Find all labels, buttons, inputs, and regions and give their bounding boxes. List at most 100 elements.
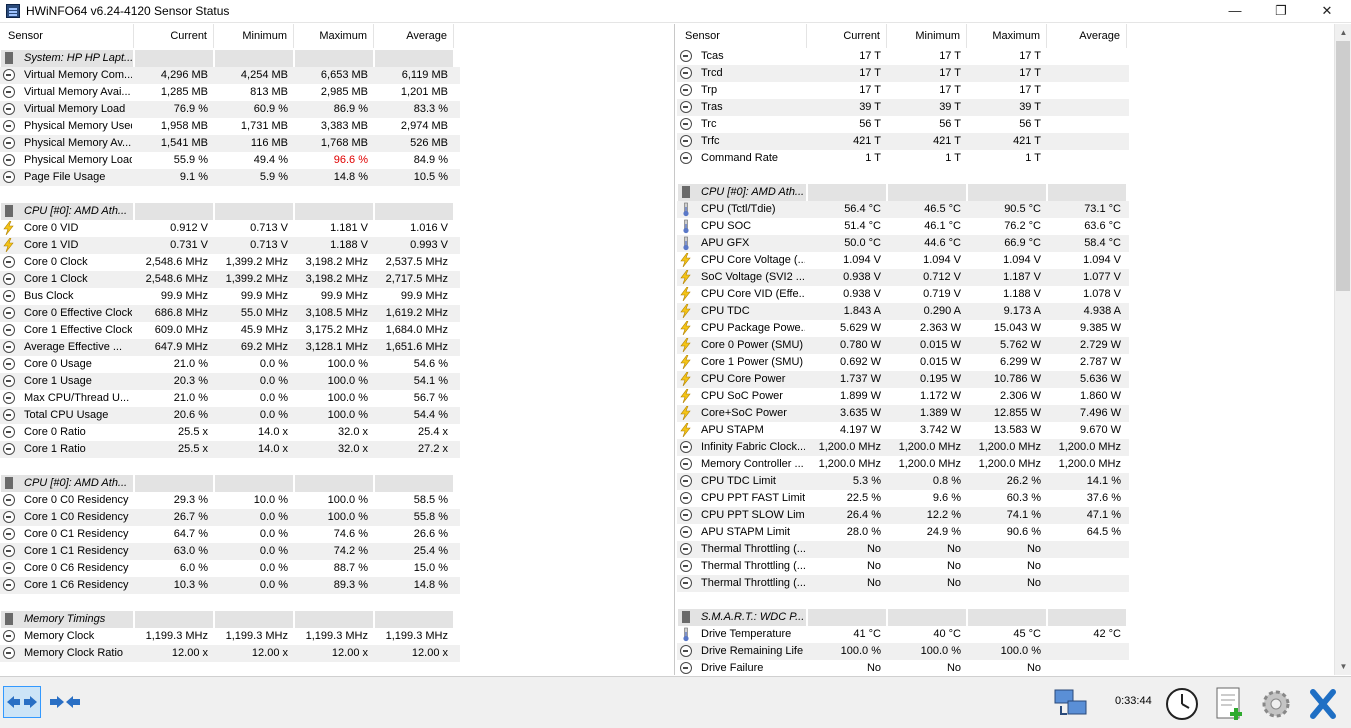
column-header-current[interactable]: Current (134, 24, 214, 48)
sensor-row[interactable]: Core 0 Ratio 25.5 x 14.0 x 32.0 x 25.4 x (0, 424, 460, 441)
sensor-row[interactable]: Core 1 C1 Residency 63.0 % 0.0 % 74.2 % 25.4… (0, 543, 460, 560)
sensor-row[interactable]: Drive Temperature 41 °C 40 °C 45 °C 42 °C (677, 626, 1129, 643)
sensor-row[interactable]: Core 1 Effective Clock 609.0 MHz 45.9 MHz 3… (0, 322, 460, 339)
sensor-row[interactable]: Core 1 Usage 20.3 % 0.0 % 100.0 % 54.1 % (0, 373, 460, 390)
sensor-row[interactable]: Virtual Memory Load 76.9 % 60.9 % 86.9 % 83.… (0, 101, 460, 118)
sensor-row[interactable]: Thermal Throttling (... No No No (677, 541, 1129, 558)
settings-button[interactable] (1254, 685, 1296, 721)
sensor-row[interactable]: Virtual Memory Com... 4,296 MB 4,254 MB 6,6… (0, 67, 460, 84)
sensor-row[interactable]: Core 0 C1 Residency 64.7 % 0.0 % 74.6 % 26.6… (0, 526, 460, 543)
sensor-row[interactable]: Physical Memory Av... 1,541 MB 116 MB 1,768… (0, 135, 460, 152)
sensor-row[interactable]: Memory Clock Ratio 12.00 x 12.00 x 12.00 x 1… (0, 645, 460, 662)
sensor-group-header[interactable]: Memory Timings (0, 611, 460, 628)
sensor-row[interactable]: Drive Remaining Life 100.0 % 100.0 % 100.0 … (677, 643, 1129, 660)
sensor-row[interactable]: Physical Memory Load 55.9 % 49.4 % 96.6 % 84… (0, 152, 460, 169)
sensor-row[interactable]: CPU TDC Limit 5.3 % 0.8 % 26.2 % 14.1 % (677, 473, 1129, 490)
sensor-row[interactable]: Core 1 Ratio 25.5 x 14.0 x 32.0 x 27.2 x (0, 441, 460, 458)
column-header-maximum[interactable]: Maximum (294, 24, 374, 48)
sensor-row[interactable]: Core 0 C0 Residency 29.3 % 10.0 % 100.0 % 58… (0, 492, 460, 509)
sensor-row[interactable]: Thermal Throttling (... No No No (677, 558, 1129, 575)
column-header-average[interactable]: Average (1047, 24, 1127, 48)
column-header-maximum[interactable]: Maximum (967, 24, 1047, 48)
sensor-group-header[interactable]: CPU [#0]: AMD Ath... (0, 475, 460, 492)
sensor-row[interactable]: CPU TDC 1.843 A 0.290 A 9.173 A 4.938 A (677, 303, 1129, 320)
scroll-up-arrow-icon[interactable]: ▲ (1335, 24, 1351, 41)
close-button[interactable]: ✕ (1304, 0, 1350, 22)
reset-clock-button[interactable] (1160, 685, 1202, 721)
sensor-group-header[interactable]: CPU [#0]: AMD Ath... (677, 184, 1129, 201)
column-header-sensor[interactable]: Sensor (677, 24, 807, 48)
sensor-row[interactable]: SoC Voltage (SVI2 ... 0.938 V 0.712 V 1.187… (677, 269, 1129, 286)
sensor-row[interactable]: Memory Controller ... 1,200.0 MHz 1,200.0 … (677, 456, 1129, 473)
column-header-minimum[interactable]: Minimum (214, 24, 294, 48)
minimum-value: 0.0 % (259, 375, 288, 387)
log-report-button[interactable] (1207, 685, 1249, 721)
column-header-minimum[interactable]: Minimum (887, 24, 967, 48)
sensor-row[interactable]: APU STAPM Limit 28.0 % 24.9 % 90.6 % 64.5 % (677, 524, 1129, 541)
scrollbar-thumb[interactable] (1336, 41, 1350, 291)
sensor-row[interactable]: Average Effective ... 647.9 MHz 69.2 MHz 3,… (0, 339, 460, 356)
collapse-layout-button[interactable] (46, 686, 84, 718)
average-value: 9.670 W (1080, 424, 1121, 436)
sensor-row[interactable]: Core 0 Clock 2,548.6 MHz 1,399.2 MHz 3,198.… (0, 254, 460, 271)
sensor-row[interactable]: Trfc 421 T 421 T 421 T (677, 133, 1129, 150)
sensor-group-header[interactable]: CPU [#0]: AMD Ath... (0, 203, 460, 220)
sensor-gauge-icon (680, 441, 692, 453)
sensor-row[interactable]: Bus Clock 99.9 MHz 99.9 MHz 99.9 MHz 99.9 MH… (0, 288, 460, 305)
sensor-row[interactable]: Core 0 C6 Residency 6.0 % 0.0 % 88.7 % 15.0 … (0, 560, 460, 577)
scroll-down-arrow-icon[interactable]: ▼ (1335, 658, 1351, 675)
sensor-row[interactable]: CPU Core Power 1.737 W 0.195 W 10.786 W 5.63… (677, 371, 1129, 388)
column-header-average[interactable]: Average (374, 24, 454, 48)
sensor-group-header[interactable]: System: HP HP Lapt... (0, 50, 460, 67)
sensor-row[interactable]: Physical Memory Used 1,958 MB 1,731 MB 3,38… (0, 118, 460, 135)
restore-button[interactable]: ❐ (1258, 0, 1304, 22)
sensor-group-header[interactable]: S.M.A.R.T.: WDC P... (677, 609, 1129, 626)
sensor-row[interactable]: APU GFX 50.0 °C 44.6 °C 66.9 °C 58.4 °C (677, 235, 1129, 252)
sensor-row[interactable]: Core 1 Power (SMU) 0.692 W 0.015 W 6.299 W 2… (677, 354, 1129, 371)
sensor-row[interactable]: CPU Core Voltage (... 1.094 V 1.094 V 1.094… (677, 252, 1129, 269)
sensor-row[interactable]: Trc 56 T 56 T 56 T (677, 116, 1129, 133)
sensor-row[interactable]: Core 1 VID 0.731 V 0.713 V 1.188 V 0.993 V (0, 237, 460, 254)
minimum-value: 39 T (939, 101, 961, 113)
sensor-row[interactable]: CPU SOC 51.4 °C 46.1 °C 76.2 °C 63.6 °C (677, 218, 1129, 235)
sensor-row[interactable]: Memory Clock 1,199.3 MHz 1,199.3 MHz 1,199.… (0, 628, 460, 645)
sensor-row[interactable]: CPU Package Powe... 5.629 W 2.363 W 15.043 … (677, 320, 1129, 337)
sensor-row[interactable]: CPU PPT FAST Limit 22.5 % 9.6 % 60.3 % 37.6 … (677, 490, 1129, 507)
current-value: 25.5 x (178, 426, 208, 438)
sensor-row[interactable]: Core+SoC Power 3.635 W 1.389 W 12.855 W 7.49… (677, 405, 1129, 422)
sensor-row[interactable]: Page File Usage 9.1 % 5.9 % 14.8 % 10.5 % (0, 169, 460, 186)
sensor-row[interactable]: Infinity Fabric Clock... 1,200.0 MHz 1,200… (677, 439, 1129, 456)
sensor-table-left[interactable]: Sensor Current Minimum Maximum Average System… (0, 24, 675, 675)
sensor-row[interactable]: Trp 17 T 17 T 17 T (677, 82, 1129, 99)
sensor-row[interactable]: Drive Failure No No No (677, 660, 1129, 675)
sensor-row[interactable]: Total CPU Usage 20.6 % 0.0 % 100.0 % 54.4 % (0, 407, 460, 424)
sensor-row[interactable]: Tcas 17 T 17 T 17 T (677, 48, 1129, 65)
sensor-row[interactable]: Max CPU/Thread U... 21.0 % 0.0 % 100.0 % 56.… (0, 390, 460, 407)
minimize-button[interactable]: — (1212, 0, 1258, 22)
sensor-row[interactable]: Core 0 VID 0.912 V 0.713 V 1.181 V 1.016 V (0, 220, 460, 237)
column-header-sensor[interactable]: Sensor (0, 24, 134, 48)
sensor-row[interactable]: Core 0 Effective Clock 686.8 MHz 55.0 MHz 3… (0, 305, 460, 322)
sensor-row[interactable]: CPU SoC Power 1.899 W 1.172 W 2.306 W 1.860 … (677, 388, 1129, 405)
sensor-row[interactable]: CPU PPT SLOW Limit 26.4 % 12.2 % 74.1 % 47.1… (677, 507, 1129, 524)
vertical-scrollbar[interactable]: ▲ ▼ (1334, 24, 1351, 675)
sensor-row[interactable]: Tras 39 T 39 T 39 T (677, 99, 1129, 116)
expand-layout-button[interactable] (3, 686, 41, 718)
sensor-row[interactable]: Core 1 C6 Residency 10.3 % 0.0 % 89.3 % 14.8… (0, 577, 460, 594)
sensor-row[interactable]: Core 0 Power (SMU) 0.780 W 0.015 W 5.762 W 2… (677, 337, 1129, 354)
sensor-label: Core 1 C1 Residency (24, 545, 129, 557)
exit-button[interactable] (1301, 685, 1343, 721)
network-button[interactable] (1050, 685, 1090, 721)
sensor-row[interactable]: Core 1 C0 Residency 26.7 % 0.0 % 100.0 % 55.… (0, 509, 460, 526)
sensor-row[interactable]: APU STAPM 4.197 W 3.742 W 13.583 W 9.670 W (677, 422, 1129, 439)
sensor-row[interactable]: Virtual Memory Avai... 1,285 MB 813 MB 2,98… (0, 84, 460, 101)
sensor-row[interactable]: Core 1 Clock 2,548.6 MHz 1,399.2 MHz 3,198.… (0, 271, 460, 288)
sensor-row[interactable]: Thermal Throttling (... No No No (677, 575, 1129, 592)
sensor-table-right[interactable]: Sensor Current Minimum Maximum Average Tcas 17… (677, 24, 1351, 675)
sensor-row[interactable]: Command Rate 1 T 1 T 1 T (677, 150, 1129, 167)
sensor-row[interactable]: Trcd 17 T 17 T 17 T (677, 65, 1129, 82)
sensor-row[interactable]: CPU (Tctl/Tdie) 56.4 °C 46.5 °C 90.5 °C 73.1… (677, 201, 1129, 218)
sensor-row[interactable]: CPU Core VID (Effe... 0.938 V 0.719 V 1.188… (677, 286, 1129, 303)
column-header-current[interactable]: Current (807, 24, 887, 48)
sensor-row[interactable]: Core 0 Usage 21.0 % 0.0 % 100.0 % 54.6 % (0, 356, 460, 373)
